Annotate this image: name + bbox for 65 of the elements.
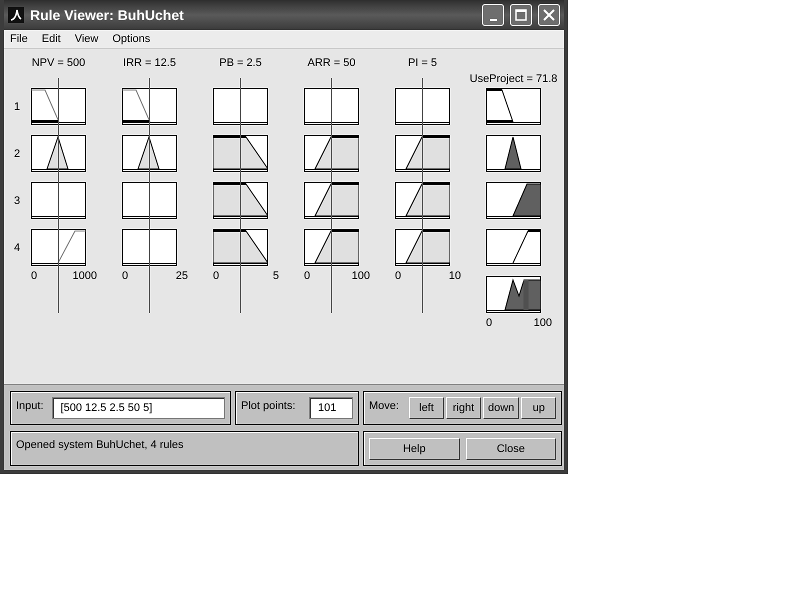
plot-points-field[interactable]: 101 xyxy=(309,397,353,419)
input-label: NPV = 500 xyxy=(32,57,86,69)
axis-tick: 25 xyxy=(176,270,188,282)
minimize-icon xyxy=(490,19,496,21)
axis-tick: 10 xyxy=(448,270,461,282)
membership-plot xyxy=(122,88,177,125)
rule-number: 2 xyxy=(14,146,22,162)
menu-item[interactable]: Options xyxy=(112,33,150,45)
output-label: UseProject = 71.8 xyxy=(470,73,558,85)
membership-plot xyxy=(122,182,177,219)
rule-number: 4 xyxy=(14,240,22,256)
menu-item[interactable]: View xyxy=(74,33,98,45)
index-line[interactable] xyxy=(149,78,150,313)
help-button[interactable]: Help xyxy=(369,438,460,460)
close-button[interactable]: Close xyxy=(466,438,556,460)
close-button[interactable] xyxy=(538,4,560,26)
index-line[interactable] xyxy=(331,78,332,313)
output-index-bar[interactable] xyxy=(524,280,528,310)
maximize-button[interactable] xyxy=(510,4,532,26)
move-button[interactable]: left xyxy=(408,397,444,419)
input-label: PB = 2.5 xyxy=(219,57,262,69)
membership-plot xyxy=(213,88,268,125)
move-label: Move: xyxy=(369,400,399,412)
axis-tick: 0 xyxy=(213,270,220,282)
menu-item[interactable]: Edit xyxy=(42,33,61,45)
index-line[interactable] xyxy=(240,78,241,313)
minimize-button[interactable] xyxy=(482,4,504,26)
rule-number: 3 xyxy=(14,194,22,208)
index-line[interactable] xyxy=(58,78,59,313)
rule-number: 1 xyxy=(14,100,22,114)
membership-plot xyxy=(31,182,86,219)
menu-item[interactable]: File xyxy=(10,33,28,45)
close-icon xyxy=(543,9,555,21)
axis-tick: 100 xyxy=(352,270,370,282)
move-button[interactable]: down xyxy=(482,397,520,419)
input-label: ARR = 50 xyxy=(308,57,356,69)
input-label: Input: xyxy=(16,400,44,412)
input-field[interactable]: [500 12.5 2.5 50 5] xyxy=(52,397,225,419)
membership-plot xyxy=(395,88,450,125)
membership-plot xyxy=(122,229,177,266)
index-line[interactable] xyxy=(422,78,423,313)
status-message: Opened system BuhUchet, 4 rules xyxy=(16,438,184,450)
axis-tick: 0 xyxy=(122,270,128,282)
membership-plot xyxy=(31,229,86,266)
app-icon xyxy=(8,7,24,23)
window-title: Rule Viewer: BuhUchet xyxy=(30,7,185,23)
membership-plot xyxy=(486,135,541,172)
membership-plot xyxy=(486,182,541,219)
axis-tick: 0 xyxy=(31,270,38,282)
axis-tick: 5 xyxy=(272,270,279,282)
input-label: PI = 5 xyxy=(408,57,438,69)
plot-points-label: Plot points: xyxy=(241,400,296,412)
membership-plot xyxy=(486,88,541,125)
axis-tick: 0 xyxy=(486,317,492,329)
move-button[interactable]: up xyxy=(521,397,556,419)
axis-tick: 0 xyxy=(304,270,310,282)
axis-tick: 0 xyxy=(395,270,402,282)
input-label: IRR = 12.5 xyxy=(123,57,176,69)
maximize-icon xyxy=(515,9,527,21)
move-button[interactable]: right xyxy=(446,397,481,419)
membership-plot xyxy=(304,88,359,125)
axis-tick: 100 xyxy=(534,317,552,329)
membership-plot xyxy=(486,229,541,266)
axis-tick: 1000 xyxy=(72,270,97,282)
membership-plot xyxy=(31,88,86,125)
